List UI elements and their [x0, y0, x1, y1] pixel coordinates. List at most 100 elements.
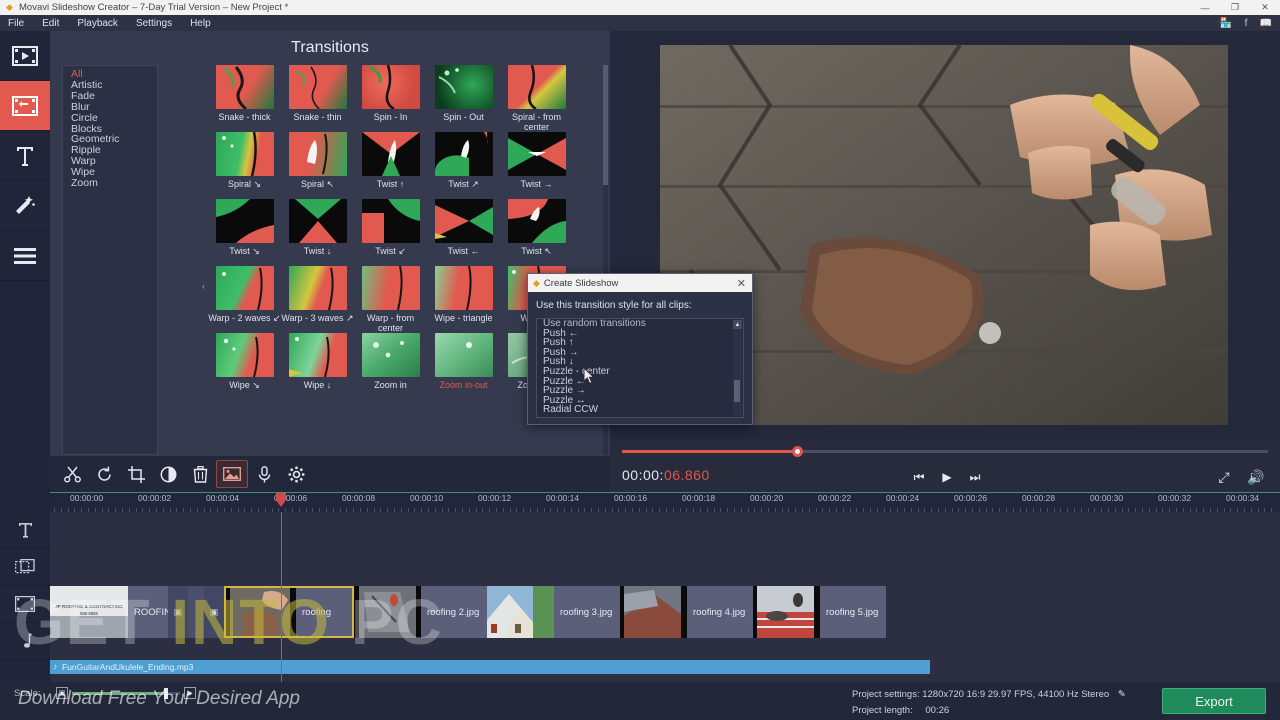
transition-item[interactable]: Twist ↖: [500, 199, 573, 266]
seek-handle[interactable]: [792, 446, 803, 457]
timeline-clip[interactable]: JP ROOFING & CONTRACTING 555-5555 ROOFIN: [50, 586, 168, 638]
pan-zoom-button[interactable]: [216, 460, 248, 488]
timecode-seconds: 06.860: [663, 467, 710, 483]
timeline-clip[interactable]: roofing 5.jpg: [753, 586, 886, 638]
transition-item[interactable]: Twist ↑: [354, 132, 427, 199]
prev-frame-button[interactable]: ⏮: [905, 465, 933, 489]
audio-clip[interactable]: ♪ FunGuitarAndUkulele_Ending.mp3: [50, 660, 930, 674]
play-button[interactable]: ▶: [933, 465, 961, 489]
category-item-blur[interactable]: Blur: [63, 101, 157, 113]
transition-item[interactable]: Zoom in-out: [427, 333, 500, 400]
timeline-clip[interactable]: roofing 3.jpg: [487, 586, 620, 638]
sidebar-item-titles[interactable]: [0, 131, 50, 181]
transition-item[interactable]: Snake - thick: [208, 65, 281, 132]
transition-label: Twist ↑: [376, 179, 405, 189]
scale-handle[interactable]: [164, 688, 168, 699]
scrollbar-thumb[interactable]: [734, 380, 740, 402]
scale-slider[interactable]: ▣ ▶: [56, 687, 196, 699]
transition-item[interactable]: Spiral - from center: [500, 65, 573, 132]
close-button[interactable]: ✕: [1250, 0, 1280, 15]
transition-item[interactable]: Twist ↘: [208, 199, 281, 266]
titles-track-button[interactable]: [0, 512, 50, 549]
menu-item-edit[interactable]: Edit: [42, 18, 59, 29]
playhead-marker[interactable]: [276, 493, 286, 507]
timeline-clip[interactable]: roofing: [224, 586, 354, 638]
close-icon[interactable]: ✕: [737, 277, 746, 290]
overlay-track-button[interactable]: [0, 549, 50, 586]
next-frame-button[interactable]: ⏭: [961, 465, 989, 489]
menu-item-help[interactable]: Help: [190, 18, 211, 29]
zoom-out-icon[interactable]: ▣: [56, 687, 68, 699]
transition-item[interactable]: Twist ↓: [281, 199, 354, 266]
export-button[interactable]: Export: [1162, 688, 1266, 714]
gear-icon[interactable]: [280, 460, 312, 488]
delete-button[interactable]: [184, 460, 216, 488]
facebook-icon[interactable]: f: [1236, 18, 1256, 29]
dialog-label: Use this transition style for all clips:: [536, 300, 692, 311]
sidebar-item-more[interactable]: [0, 231, 50, 281]
window-controls: — ❐ ✕: [1190, 0, 1280, 15]
split-button[interactable]: [56, 460, 88, 488]
transition-item[interactable]: Spin - Out: [427, 65, 500, 132]
transition-thumbnail: [288, 65, 347, 109]
project-length-row: Project length: 00:26: [852, 703, 1126, 719]
transition-item[interactable]: Warp - from center: [354, 266, 427, 333]
transition-item[interactable]: Warp - 3 waves ↗: [281, 266, 354, 333]
transition-thumbnail: [434, 333, 493, 377]
transition-item[interactable]: Twist ←: [427, 199, 500, 266]
sidebar-item-transitions[interactable]: [0, 81, 50, 131]
menu-item-file[interactable]: File: [8, 18, 24, 29]
video-track-button[interactable]: [0, 586, 50, 623]
audio-track-button[interactable]: [0, 623, 50, 660]
transition-item[interactable]: Zoom in: [354, 333, 427, 400]
transition-item[interactable]: Twist →: [500, 132, 573, 199]
timecode-display: 00:00:06.860: [622, 467, 710, 483]
timeline-tracks[interactable]: JP ROOFING & CONTRACTING 555-5555 ROOFIN …: [50, 512, 1280, 682]
menu-item-playback[interactable]: Playback: [77, 18, 118, 29]
list-item[interactable]: Radial CCW: [537, 405, 743, 415]
transition-item[interactable]: Spiral ↖: [281, 132, 354, 199]
title-bar: ◆ Movavi Slideshow Creator – 7-Day Trial…: [0, 0, 1280, 15]
pencil-icon[interactable]: ✎: [1118, 689, 1126, 700]
ruler-tick: 00:00:24: [886, 493, 920, 503]
menu-item-settings[interactable]: Settings: [136, 18, 172, 29]
clip-thumbnail: [487, 586, 554, 638]
transition-item[interactable]: Spiral ↘: [208, 132, 281, 199]
color-adjust-button[interactable]: [152, 460, 184, 488]
transition-item[interactable]: Wipe ↓: [281, 333, 354, 400]
zoom-in-icon[interactable]: ▶: [184, 687, 196, 699]
store-icon[interactable]: 🏪: [1216, 18, 1236, 29]
maximize-button[interactable]: ❐: [1220, 0, 1250, 15]
rotate-button[interactable]: [88, 460, 120, 488]
volume-icon[interactable]: 🔊: [1240, 465, 1272, 489]
ruler-tick: 00:00:18: [682, 493, 716, 503]
book-icon[interactable]: 📖: [1256, 18, 1276, 29]
category-item-zoom[interactable]: Zoom: [63, 178, 157, 189]
transition-item[interactable]: Twist ↗: [427, 132, 500, 199]
crop-button[interactable]: [120, 460, 152, 488]
clip-transition-icon[interactable]: ▣: [204, 586, 224, 638]
list-scrollbar[interactable]: ▲: [733, 320, 742, 416]
timeline-clip[interactable]: roofing 4.jpg: [620, 586, 753, 638]
sidebar-item-filters[interactable]: [0, 181, 50, 231]
record-audio-button[interactable]: [248, 460, 280, 488]
transition-item[interactable]: Twist ↙: [354, 199, 427, 266]
transition-item[interactable]: Warp - 2 waves ↙: [208, 266, 281, 333]
transition-item[interactable]: Wipe ↘: [208, 333, 281, 400]
fullscreen-icon[interactable]: ⤢: [1208, 465, 1240, 489]
panel-collapse-handle[interactable]: ‹: [202, 281, 205, 291]
category-item-circle[interactable]: Circle: [63, 112, 157, 124]
transition-item[interactable]: Wipe - triangle: [427, 266, 500, 333]
transition-item[interactable]: Spin - In: [354, 65, 427, 132]
transition-thumbnail: [288, 266, 347, 310]
seek-slider[interactable]: [622, 446, 1268, 457]
chevron-up-icon[interactable]: ▲: [733, 320, 742, 329]
minimize-button[interactable]: —: [1190, 0, 1220, 15]
clip-transition-icon[interactable]: ▣: [168, 586, 188, 638]
transition-label: Spin - In: [373, 112, 408, 122]
timeline-ruler[interactable]: 00:00:00 00:00:02 00:00:04 00:00:06 00:0…: [50, 492, 1280, 512]
transition-style-list[interactable]: Use random transitions Push ← Push ↑ Pus…: [536, 318, 744, 418]
transition-item[interactable]: Snake - thin: [281, 65, 354, 132]
sidebar-item-import-media[interactable]: [0, 31, 50, 81]
timeline-clip[interactable]: roofing 2.jpg: [354, 586, 487, 638]
